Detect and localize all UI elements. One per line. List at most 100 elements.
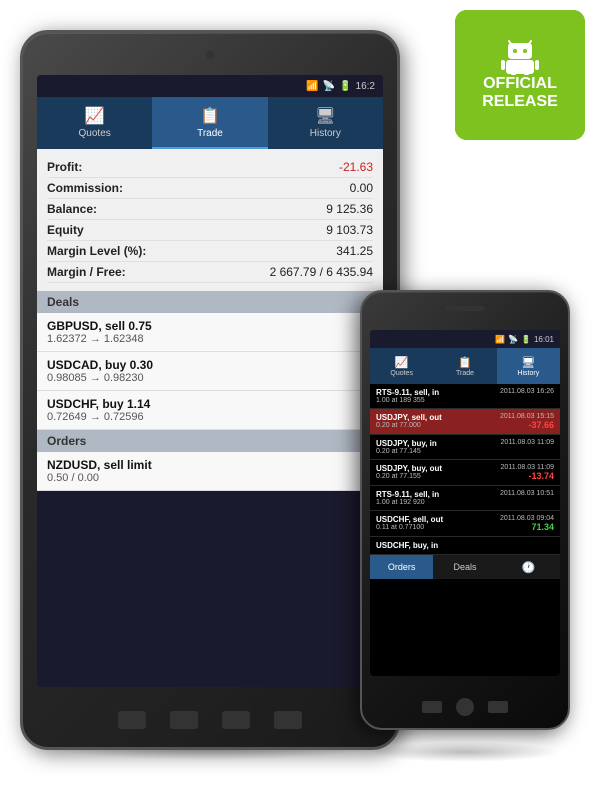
phone-item-7: USDCHF, buy, in (370, 537, 560, 555)
tablet-home-btn[interactable] (170, 711, 198, 729)
phone-back-btn[interactable] (422, 701, 442, 713)
phone-history-icon: 🖥 (521, 356, 535, 369)
badge-label2: RELEASE (482, 93, 558, 111)
equity-value: 9 103.73 (326, 223, 373, 237)
phone-item-4: USDJPY, buy, out 0.20 at 77.155 2011.08.… (370, 460, 560, 486)
tablet-search-btn[interactable] (274, 711, 302, 729)
profit-label: Profit: (47, 160, 82, 174)
phone-item-sub-6: 0.11 at 0.77100 (376, 524, 443, 531)
tablet-back-btn[interactable] (118, 711, 146, 729)
deal-sub-2: 0.98085 → 0.98230 (47, 372, 373, 384)
margin-free-label: Margin / Free: (47, 265, 126, 279)
tablet-screen: 📶 📡 🔋 16:2 📈 Quotes 📋 Trade 🖥 History P (37, 75, 383, 687)
deal-item-1: GBPUSD, sell 0.75 1.62372 → 1.62348 (37, 313, 383, 352)
quotes-icon: 📈 (85, 106, 105, 126)
phone-item-date-2: 2011.08.03 15:15 (500, 413, 554, 420)
equity-label: Equity (47, 223, 84, 237)
equity-row: Equity 9 103.73 (47, 220, 373, 241)
tablet-wifi-icon: 📶 (306, 81, 318, 92)
phone-item-title-2: USDJPY, sell, out (376, 413, 442, 422)
deal-item-3: USDCHF, buy 1.14 0.72649 → 0.72596 (37, 391, 383, 430)
trade-label: Trade (197, 128, 223, 139)
phone-signal-icon: 📡 (508, 335, 518, 344)
tablet-summary: Profit: -21.63 Commission: 0.00 Balance:… (37, 149, 383, 291)
badge-label: OFFICIAL (483, 75, 557, 93)
phone-item-val-4: -13.74 (501, 471, 554, 481)
tab-trade[interactable]: 📋 Trade (152, 97, 267, 149)
tablet-camera (206, 51, 214, 59)
phone-item-sub-5: 1.00 at 192 920 (376, 499, 439, 506)
phone-device: 📶 📡 🔋 16:01 📈 Quotes 📋 Trade 🖥 History (360, 290, 570, 730)
phone-item-title-4: USDJPY, buy, out (376, 464, 442, 473)
clock-icon: 🕐 (521, 561, 535, 574)
deal-sub-1: 1.62372 → 1.62348 (47, 333, 373, 345)
history-label: History (310, 128, 341, 139)
phone-item-sub-3: 0.20 at 77.145 (376, 448, 437, 455)
margin-free-row: Margin / Free: 2 667.79 / 6 435.94 (47, 262, 373, 283)
tablet-menu-btn[interactable] (222, 711, 250, 729)
deals-section-header: Deals (37, 291, 383, 313)
phone-tab-history[interactable]: 🖥 History (497, 348, 560, 384)
phone-quotes-label: Quotes (390, 370, 413, 377)
margin-level-row: Margin Level (%): 341.25 (47, 241, 373, 262)
phone-bottom-bar: Orders Deals 🕐 (370, 555, 560, 579)
tab-history[interactable]: 🖥 History (268, 97, 383, 149)
phone-quotes-icon: 📈 (395, 356, 409, 369)
phone-item-date-6: 2011.08.03 09:04 (500, 515, 554, 522)
phone-clock-btn[interactable]: 🕐 (497, 555, 560, 579)
deal-title-2: USDCAD, buy 0.30 (47, 358, 373, 372)
history-icon: 🖥 (315, 106, 335, 126)
profit-row: Profit: -21.63 (47, 157, 373, 178)
phone-time: 16:01 (534, 335, 554, 344)
phone-item-date-1: 2011.08.03 16:26 (500, 388, 554, 395)
margin-free-value: 2 667.79 / 6 435.94 (270, 265, 373, 279)
tablet-nav-buttons (118, 711, 302, 729)
android-logo (500, 39, 540, 75)
phone-item-title-1: RTS-9.11, sell, in (376, 388, 439, 397)
phone-item-1: RTS-9.11, sell, in 1.00 at 189 355 2011.… (370, 384, 560, 409)
tablet-signal-icon: 📡 (323, 81, 335, 92)
phone-item-2: USDJPY, sell, out 0.20 at 77.000 2011.08… (370, 409, 560, 435)
phone-trade-label: Trade (456, 370, 474, 377)
phone-item-5: RTS-9.11, sell, in 1.00 at 192 920 2011.… (370, 486, 560, 511)
phone-item-sub-4: 0.20 at 77.155 (376, 473, 442, 480)
phone-item-val-6: 71.34 (500, 522, 554, 532)
phone-item-title-3: USDJPY, buy, in (376, 439, 437, 448)
phone-home-btn[interactable] (456, 698, 474, 716)
phone-wifi-icon: 📶 (495, 335, 505, 344)
order-item-1: NZDUSD, sell limit 0.50 / 0.00 (37, 452, 383, 491)
phone-item-title-7: USDCHF, buy, in (376, 541, 438, 550)
order-sub-1: 0.50 / 0.00 (47, 472, 373, 484)
tab-quotes[interactable]: 📈 Quotes (37, 97, 152, 149)
phone-item-date-5: 2011.08.03 10:51 (500, 490, 554, 497)
deal-title-3: USDCHF, buy 1.14 (47, 397, 373, 411)
balance-value: 9 125.36 (326, 202, 373, 216)
deals-btn-label: Deals (453, 562, 476, 572)
phone-trade-icon: 📋 (458, 356, 472, 369)
phone-nav: 📈 Quotes 📋 Trade 🖥 History (370, 348, 560, 384)
phone-history-label: History (517, 370, 539, 377)
phone-item-6: USDCHF, sell, out 0.11 at 0.77100 2011.0… (370, 511, 560, 537)
phone-battery-icon: 🔋 (521, 335, 531, 344)
commission-label: Commission: (47, 181, 123, 195)
phone-speaker (445, 306, 485, 311)
official-release-badge: OFFICIAL RELEASE (455, 10, 585, 140)
phone-item-date-4: 2011.08.03 11:09 (501, 464, 554, 471)
orders-section-header: Orders (37, 430, 383, 452)
phone-status-bar: 📶 📡 🔋 16:01 (370, 330, 560, 348)
margin-level-label: Margin Level (%): (47, 244, 146, 258)
phone-deals-btn[interactable]: Deals (433, 555, 496, 579)
phone-search-btn[interactable] (488, 701, 508, 713)
phone-tab-quotes[interactable]: 📈 Quotes (370, 348, 433, 384)
phone-tab-trade[interactable]: 📋 Trade (433, 348, 496, 384)
orders-btn-label: Orders (388, 562, 416, 572)
deal-sub-3: 0.72649 → 0.72596 (47, 411, 373, 423)
phone-item-title-6: USDCHF, sell, out (376, 515, 443, 524)
phone-screen: 📶 📡 🔋 16:01 📈 Quotes 📋 Trade 🖥 History (370, 330, 560, 676)
phone-orders-btn[interactable]: Orders (370, 555, 433, 579)
phone-shadow (370, 742, 560, 762)
phone-item-val-2: -37.66 (500, 420, 554, 430)
quotes-label: Quotes (79, 128, 111, 139)
deal-title-1: GBPUSD, sell 0.75 (47, 319, 373, 333)
phone-item-title-5: RTS-9.11, sell, in (376, 490, 439, 499)
